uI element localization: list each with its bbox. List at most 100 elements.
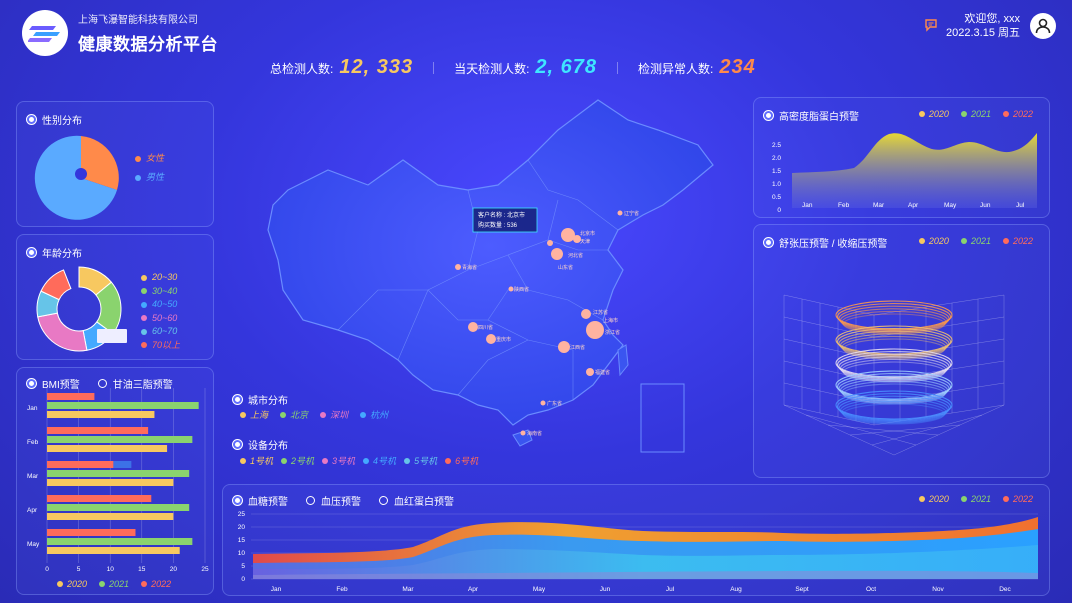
bmi-month-label: May [27,541,40,548]
donut-slice[interactable] [37,312,88,352]
bmi-bar[interactable] [47,513,174,520]
tab-blood-pressure[interactable]: 血压预警 [321,493,361,508]
company-name: 上海飞瀑智能科技有限公司 [78,15,198,26]
legend-item-age[interactable]: 40~50 [141,298,180,312]
map-taiwan[interactable] [617,344,629,377]
legend-2022[interactable]: 2022 [1002,109,1033,119]
device-title-row: 设备分布 [233,437,288,452]
bmi-x-tick: 10 [107,566,115,573]
bmi-bar[interactable] [47,461,114,468]
legend-device[interactable]: 5号机 [404,454,437,467]
svg-text:江西省: 江西省 [570,344,585,351]
gender-legend: 女性 男性 [135,149,164,187]
svg-text:Jun: Jun [600,586,611,593]
legend-item-age[interactable]: 70以上 [141,339,180,353]
bmi-bar[interactable] [47,504,190,511]
svg-text:陕西省: 陕西省 [514,286,529,293]
sugar-area-chart[interactable]: 25 20 15 10 5 0 Jan Feb Mar Apr May Jun Jul Aug Se… [223,507,1051,597]
svg-text:20: 20 [238,524,246,531]
legend-device[interactable]: 6号机 [445,454,478,467]
legend-2021[interactable]: 2021 [960,236,991,246]
hdl-legend: 2020 2021 2022 [918,109,1033,119]
title-dot-icon [764,238,773,247]
bmi-bar[interactable] [47,393,95,400]
bmi-bar[interactable] [47,445,168,452]
legend-item-age[interactable]: 30~40 [141,285,180,299]
bmi-bar-chart[interactable]: 0 5 10 15 20 25 Jan Feb Mar Apr May [17,388,215,578]
svg-text:Jul: Jul [666,586,675,593]
bmi-bar[interactable] [47,402,199,409]
legend-item-age[interactable]: 60~70 [141,325,180,339]
legend-city[interactable]: 深圳 [320,408,348,421]
gender-pie-chart[interactable] [31,128,131,228]
bmi-bar[interactable] [47,547,180,554]
tab-hemoglobin[interactable]: 血红蛋白预警 [394,493,454,508]
bmi-bar[interactable] [47,470,190,477]
header-brand: 上海飞瀑智能科技有限公司 健康数据分析平台 [22,10,218,56]
hdl-area-chart[interactable]: 2.5 2.0 1.5 1.0 0.5 0 [754,128,1051,218]
legend-device[interactable]: 3号机 [322,454,355,467]
svg-text:河北省: 河北省 [568,252,583,259]
legend-2022[interactable]: 2022 [1002,236,1033,246]
age-donut-chart[interactable] [31,261,127,357]
legend-item-female[interactable]: 女性 [135,149,164,168]
hdl-title: 高密度脂蛋白预警 [779,112,859,123]
legend-city[interactable]: 杭州 [360,408,388,421]
bmi-month-label: Apr [27,507,38,514]
legend-2021[interactable]: 2021 [960,109,991,119]
legend-2020[interactable]: 2020 [918,236,949,246]
legend-device[interactable]: 2号机 [281,454,314,467]
legend-2021[interactable]: 2021 [960,494,991,504]
svg-text:辽宁省: 辽宁省 [624,210,639,217]
svg-text:15: 15 [238,537,246,544]
legend-device[interactable]: 4号机 [363,454,396,467]
user-avatar[interactable] [1030,13,1056,39]
svg-text:0: 0 [777,207,781,214]
title-dot-icon [764,111,773,120]
legend-2020[interactable]: 2020 [918,109,949,119]
map-tooltip: 客户名称 : 北京市 购买数量 : 536 [472,207,538,233]
map-mainland[interactable] [267,99,714,426]
svg-text:浙江省: 浙江省 [605,329,620,336]
tab-ring-icon [306,496,315,505]
svg-text:北京市: 北京市 [580,230,595,237]
legend-city[interactable]: 北京 [280,408,308,421]
legend-city[interactable]: 上海 [240,408,268,421]
city-title-row: 城市分布 [233,392,288,407]
bmi-bar[interactable] [47,411,155,418]
age-legend: 20~30 30~40 40~50 50~60 60~70 70以上 [141,271,180,352]
bp-3d-chart[interactable] [754,255,1051,475]
bmi-legend: 2020 2021 2022 [57,579,171,589]
legend-2022[interactable]: 2022 [141,579,171,589]
bmi-bar[interactable] [47,495,152,502]
message-icon[interactable] [924,18,938,37]
marker-beijing[interactable] [561,228,575,242]
legend-2020[interactable]: 2020 [918,494,949,504]
bmi-bar[interactable] [47,427,149,434]
legend-2020[interactable]: 2020 [57,579,87,589]
svg-text:Apr: Apr [468,586,479,593]
legend-item-age[interactable]: 50~60 [141,312,180,326]
bmi-bar[interactable] [47,529,136,536]
south-sea-inset [640,383,685,453]
bp-legend: 2020 2021 2022 [918,236,1033,246]
sugar-tabs: 血糖预警 血压预警 血红蛋白预警 [233,493,454,508]
tab-blood-sugar[interactable]: 血糖预警 [248,493,288,508]
device-legend: 1号机 2号机 3号机 4号机 5号机 6号机 [240,454,478,467]
bmi-x-tick: 0 [45,566,49,573]
legend-item-age[interactable]: 20~30 [141,271,180,285]
donut-tooltip [97,329,127,343]
bmi-bar[interactable] [47,538,193,545]
legend-2022[interactable]: 2022 [1002,494,1033,504]
platform-title: 健康数据分析平台 [78,35,218,54]
marker-shanghai[interactable] [586,321,604,339]
bmi-bar[interactable] [47,436,193,443]
bmi-month-label: Jan [27,405,38,412]
svg-text:青海省: 青海省 [462,264,477,271]
legend-device[interactable]: 1号机 [240,454,273,467]
legend-item-male[interactable]: 男性 [135,168,164,187]
hdl-title-row: 高密度脂蛋白预警 [764,108,859,123]
bmi-bar[interactable] [47,479,174,486]
legend-2021[interactable]: 2021 [99,579,129,589]
gender-title-row: 性别分布 [27,112,82,127]
